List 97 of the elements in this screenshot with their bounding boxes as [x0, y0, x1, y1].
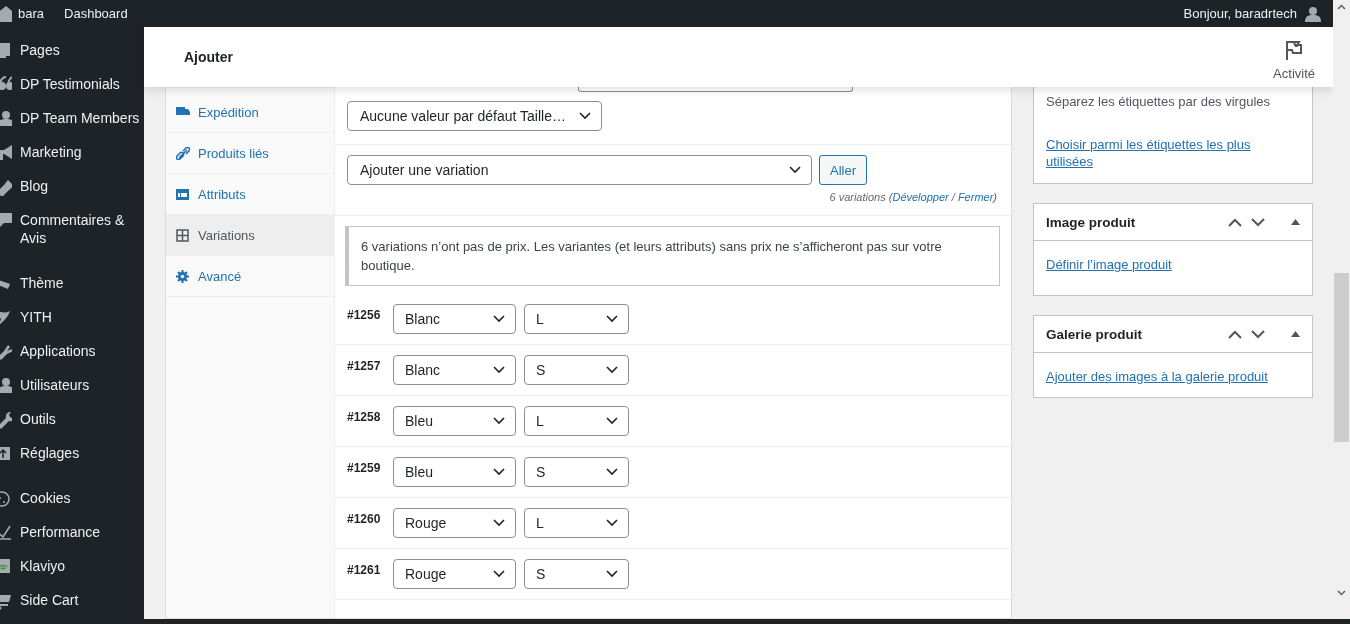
chevron-down-icon: [606, 417, 618, 425]
attribute-select[interactable]: S: [524, 559, 629, 589]
chevron-down-icon: [606, 468, 618, 476]
variation-id: #1257: [347, 359, 382, 373]
chevron-down-icon: [493, 570, 505, 578]
menu-item[interactable]: Commentaires & Avis: [20, 211, 140, 247]
variation-id: #1259: [347, 461, 382, 475]
menu-item-icon: [0, 490, 12, 508]
menu-item-icon: [0, 592, 12, 610]
chevron-down-icon[interactable]: [1251, 217, 1265, 227]
page-title: Ajouter: [183, 49, 233, 65]
attribute-select[interactable]: L: [524, 406, 629, 436]
chevron-up-icon[interactable]: [1228, 329, 1242, 339]
chevron-down-icon: [493, 519, 505, 527]
chevron-down-icon: [493, 366, 505, 374]
chevron-down-icon: [606, 570, 618, 578]
panel-title: Image produit: [1046, 214, 1137, 230]
panel-link[interactable]: Définir l’image produit: [1046, 257, 1172, 272]
menu-item-icon: [0, 377, 12, 395]
attribute-select[interactable]: Rouge: [393, 559, 516, 589]
attribute-select[interactable]: Blanc: [393, 355, 516, 385]
menu-item-icon: [0, 178, 12, 196]
chevron-down-icon: [606, 519, 618, 527]
chevron-down-icon: [579, 112, 591, 120]
variation-count: 6 variations (Développer / Fermer): [828, 190, 998, 205]
menu-item[interactable]: Cookies: [20, 489, 140, 507]
menu-item[interactable]: DP Team Members: [20, 109, 140, 127]
go-button[interactable]: Aller: [819, 155, 867, 185]
activity-button[interactable]: Activité: [1273, 39, 1333, 81]
chevron-down-icon[interactable]: [1251, 329, 1265, 339]
menu-item[interactable]: Réglages: [20, 444, 140, 462]
greeting-link[interactable]: Bonjour, baradrtech: [1183, 6, 1297, 21]
menu-item-icon: [0, 309, 12, 327]
menu-item[interactable]: Klaviyo: [20, 557, 140, 575]
notice-message: 6 variations n’ont pas de prix. Les variantes (et leurs attributs) sans prix ne s’afficheront pas sur votre boutique.: [345, 226, 1000, 286]
menu-item-icon: [0, 343, 12, 361]
menu-item-icon: [0, 411, 12, 429]
attribute-select[interactable]: S: [524, 457, 629, 487]
menu-item-icon: [0, 42, 12, 60]
menu-item[interactable]: Marketing: [20, 143, 140, 161]
product-data-tab[interactable]: Expédition: [166, 92, 334, 133]
house-icon: [0, 5, 12, 22]
attribute-select[interactable]: Bleu: [393, 406, 516, 436]
chevron-down-icon: [606, 315, 618, 323]
product-data-tab[interactable]: Variations: [166, 215, 334, 256]
text-field[interactable]: [578, 87, 853, 92]
menu-item[interactable]: DP Testimonials: [20, 75, 140, 93]
chevron-up-icon[interactable]: [1228, 217, 1242, 227]
tags-hint: Séparez les étiquettes par des virgules: [1046, 94, 1271, 109]
menu-item-icon: [0, 110, 12, 128]
chevron-down-icon: [789, 166, 801, 174]
scrollbar-thumb[interactable]: [1334, 273, 1349, 442]
tab-icon: [176, 269, 190, 283]
variation-id: #1256: [347, 308, 382, 322]
menu-item[interactable]: YITH: [20, 308, 140, 326]
menu-item[interactable]: Thème: [20, 274, 140, 292]
attribute-select[interactable]: Bleu: [393, 457, 516, 487]
menu-item-icon: [0, 144, 12, 162]
tab-icon: [176, 228, 190, 242]
menu-item[interactable]: Pages: [20, 41, 140, 59]
chevron-down-icon: [493, 315, 505, 323]
attribute-select[interactable]: L: [524, 304, 629, 334]
chevron-down-icon: [493, 417, 505, 425]
panel-title: Galerie produit: [1046, 326, 1144, 342]
product-data-tab[interactable]: Avancé: [166, 256, 334, 297]
menu-item[interactable]: Side Cart: [20, 591, 140, 609]
menu-item[interactable]: Utilisateurs: [20, 376, 140, 394]
site-name-link[interactable]: bara: [12, 6, 53, 21]
panel-link[interactable]: Ajouter des images à la galerie produit: [1046, 369, 1268, 384]
variation-id: #1258: [347, 410, 382, 424]
menu-item-icon: [0, 558, 12, 576]
chevron-down-icon: [493, 468, 505, 476]
menu-item-icon: [0, 212, 12, 230]
dashboard-link[interactable]: Dashboard: [52, 6, 136, 21]
flag-icon: [1285, 39, 1304, 60]
triangle-up-icon[interactable]: [1291, 219, 1300, 225]
attribute-select[interactable]: Rouge: [393, 508, 516, 538]
tab-icon: [176, 187, 190, 201]
menu-item[interactable]: Performance: [20, 523, 140, 541]
user-avatar-icon: [1305, 5, 1321, 22]
product-data-tab[interactable]: Produits liés: [166, 133, 334, 174]
triangle-up-icon[interactable]: [1291, 331, 1300, 337]
default-value-select[interactable]: Aucune valeur par défaut Taille…: [347, 101, 602, 131]
menu-item[interactable]: Outils: [20, 410, 140, 428]
menu-item[interactable]: Blog: [20, 177, 140, 195]
most-used-tags-link[interactable]: Choisir parmi les étiquettes les plus utilisées: [1046, 136, 1261, 170]
attribute-select[interactable]: S: [524, 355, 629, 385]
variation-id: #1261: [347, 563, 382, 577]
expand-link[interactable]: Développer: [892, 191, 949, 203]
attribute-select[interactable]: L: [524, 508, 629, 538]
add-variation-select[interactable]: Ajouter une variation: [347, 155, 812, 185]
variation-id: #1260: [347, 512, 382, 526]
chevron-down-icon: [606, 366, 618, 374]
menu-item[interactable]: Applications: [20, 342, 140, 360]
attribute-select[interactable]: Blanc: [393, 304, 516, 334]
menu-item-icon: [0, 524, 12, 542]
tab-icon: [176, 146, 190, 160]
